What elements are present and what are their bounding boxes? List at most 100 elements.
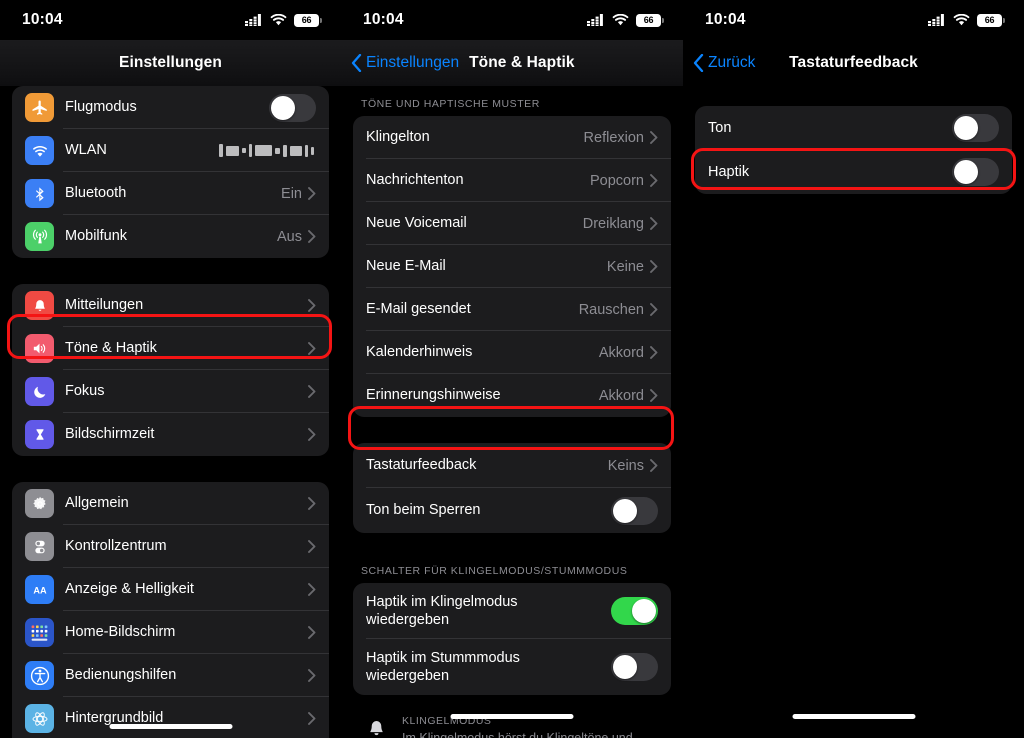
row-kalenderhinweis[interactable]: Kalenderhinweis Akkord bbox=[353, 331, 671, 374]
group-sounds: Klingelton Reflexion Nachrichtenton Popc… bbox=[353, 116, 671, 417]
row-label: Kontrollzentrum bbox=[65, 538, 167, 555]
speaker-wave-icon bbox=[25, 334, 54, 363]
row-anzeige-helligkeit[interactable]: AA Anzeige & Helligkeit bbox=[12, 568, 329, 611]
haptik-stummmodus-switch[interactable] bbox=[611, 653, 658, 681]
row-value-area bbox=[308, 669, 316, 682]
row-label: WLAN bbox=[65, 142, 107, 159]
row-home-bildschirm[interactable]: Home-Bildschirm bbox=[12, 611, 329, 654]
row-value: Keins bbox=[607, 457, 644, 474]
row-flugmodus[interactable]: Flugmodus bbox=[12, 86, 329, 129]
row-value-area: Ein bbox=[281, 186, 316, 202]
row-klingelton[interactable]: Klingelton Reflexion bbox=[353, 116, 671, 159]
row-toene-und-haptik[interactable]: Töne & Haptik bbox=[12, 327, 329, 370]
row-label: Bildschirmzeit bbox=[65, 426, 155, 443]
status-bar-indicators: 66 bbox=[587, 13, 664, 27]
row-value: Akkord bbox=[598, 387, 644, 404]
battery-icon: 66 bbox=[636, 13, 664, 27]
airplane-icon bbox=[25, 93, 54, 122]
row-label: Kalenderhinweis bbox=[366, 344, 473, 361]
row-value-area bbox=[308, 342, 316, 355]
row-bluetooth[interactable]: Bluetooth Ein bbox=[12, 172, 329, 215]
row-ton[interactable]: Ton bbox=[695, 106, 1012, 150]
settings-group-connectivity: Flugmodus WLAN Bluetooth Ein Mobilfunk A… bbox=[12, 86, 329, 258]
row-tastaturfeedback[interactable]: Tastaturfeedback Keins bbox=[353, 443, 671, 488]
row-haptik-klingelmodus[interactable]: Haptik im Klingelmodus wiedergeben bbox=[353, 583, 671, 639]
row-value-area: Popcorn bbox=[590, 173, 658, 189]
row-mobilfunk[interactable]: Mobilfunk Aus bbox=[12, 215, 329, 258]
page-title: Einstellungen bbox=[119, 54, 222, 71]
ton-beim-sperren-switch[interactable] bbox=[611, 496, 658, 525]
app-grid-icon bbox=[25, 618, 54, 647]
back-button-zurueck[interactable]: Zurück bbox=[693, 40, 755, 86]
cellular-bars-icon bbox=[587, 14, 603, 26]
row-value-area bbox=[308, 299, 316, 312]
row-value-area bbox=[308, 626, 316, 639]
home-indicator-panel1 bbox=[109, 724, 232, 729]
row-value: Dreiklang bbox=[582, 215, 644, 232]
row-kontrollzentrum[interactable]: Kontrollzentrum bbox=[12, 525, 329, 568]
row-nachrichtenton[interactable]: Nachrichtenton Popcorn bbox=[353, 159, 671, 202]
row-haptik-stummmodus[interactable]: Haptik im Stummmodus wiedergeben bbox=[353, 639, 671, 695]
row-haptik[interactable]: Haptik bbox=[695, 150, 1012, 194]
cellular-bars-icon bbox=[245, 14, 261, 26]
haptik-switch[interactable] bbox=[952, 158, 999, 186]
settings-list[interactable]: Flugmodus WLAN Bluetooth Ein Mobilfunk A… bbox=[0, 86, 341, 738]
row-label: Haptik im Stummmodus wiedergeben bbox=[366, 649, 520, 684]
chevron-right-icon bbox=[650, 303, 658, 316]
switch-knob bbox=[271, 95, 295, 120]
row-label: Mitteilungen bbox=[65, 297, 144, 314]
row-value-area: Keine bbox=[607, 259, 658, 275]
svg-text:AA: AA bbox=[33, 585, 47, 595]
chevron-right-icon bbox=[308, 626, 316, 639]
tastaturfeedback-list[interactable]: Ton Haptik bbox=[683, 86, 1024, 738]
row-label: Bedienungshilfen bbox=[65, 667, 177, 684]
row-value: Rauschen bbox=[578, 301, 644, 318]
row-erinnerungshinweise[interactable]: Erinnerungshinweise Akkord bbox=[353, 374, 671, 417]
row-label: Ton beim Sperren bbox=[366, 502, 481, 519]
row-wlan[interactable]: WLAN bbox=[12, 129, 329, 172]
phone-panel-settings: 10:04 66 Einstellungen Flugmodus WLAN Bl… bbox=[0, 0, 341, 738]
row-ton-beim-sperren[interactable]: Ton beim Sperren bbox=[353, 488, 671, 533]
toene-haptik-list[interactable]: TÖNE UND HAPTISCHE MUSTER Klingelton Ref… bbox=[341, 86, 683, 738]
row-label: Mobilfunk bbox=[65, 228, 128, 245]
status-bar-panel1: 10:04 66 bbox=[0, 0, 341, 40]
row-bedienungshilfen[interactable]: Bedienungshilfen bbox=[12, 654, 329, 697]
status-bar-panel3: 10:04 66 bbox=[683, 0, 1024, 40]
chevron-right-icon bbox=[308, 497, 316, 510]
home-indicator-panel2 bbox=[450, 714, 574, 719]
row-neue-email[interactable]: Neue E-Mail Keine bbox=[353, 245, 671, 288]
group-keyboard-lock: Tastaturfeedback Keins Ton beim Sperren bbox=[353, 443, 671, 533]
home-indicator-panel3 bbox=[792, 714, 915, 719]
nav-row: Einstellungen Töne & Haptik bbox=[341, 40, 575, 86]
switch-knob bbox=[632, 599, 656, 623]
page-title: Töne & Haptik bbox=[469, 54, 575, 71]
row-allgemein[interactable]: Allgemein bbox=[12, 482, 329, 525]
flugmodus-switch[interactable] bbox=[269, 93, 316, 122]
info-desc: Im Klingelmodus hörst du Klingeltöne und… bbox=[402, 731, 633, 738]
cellular-antenna-icon bbox=[25, 222, 54, 251]
chevron-right-icon bbox=[308, 540, 316, 553]
row-bildschirmzeit[interactable]: Bildschirmzeit bbox=[12, 413, 329, 456]
ton-switch[interactable] bbox=[952, 114, 999, 142]
chevron-right-icon bbox=[650, 217, 658, 230]
row-label: Home-Bildschirm bbox=[65, 624, 176, 641]
phone-panel-toene-haptik: 10:04 66 Einstellungen Töne & Haptik TÖN… bbox=[341, 0, 683, 738]
row-value: Akkord bbox=[598, 344, 644, 361]
wallpaper-flower-icon bbox=[25, 704, 54, 733]
switches-icon bbox=[25, 532, 54, 561]
back-button-einstellungen[interactable]: Einstellungen bbox=[351, 54, 459, 72]
row-email-gesendet[interactable]: E-Mail gesendet Rauschen bbox=[353, 288, 671, 331]
switch-knob bbox=[954, 160, 978, 184]
nav-bar-panel3: Zurück Tastaturfeedback bbox=[683, 40, 1024, 86]
row-neue-voicemail[interactable]: Neue Voicemail Dreiklang bbox=[353, 202, 671, 245]
row-label: Flugmodus bbox=[65, 99, 137, 116]
row-fokus[interactable]: Fokus bbox=[12, 370, 329, 413]
row-mitteilungen[interactable]: Mitteilungen bbox=[12, 284, 329, 327]
row-hintergrundbild[interactable]: Hintergrundbild bbox=[12, 697, 329, 738]
haptik-klingelmodus-switch[interactable] bbox=[611, 597, 658, 625]
battery-percent: 66 bbox=[984, 14, 995, 25]
chevron-right-icon bbox=[308, 230, 316, 243]
